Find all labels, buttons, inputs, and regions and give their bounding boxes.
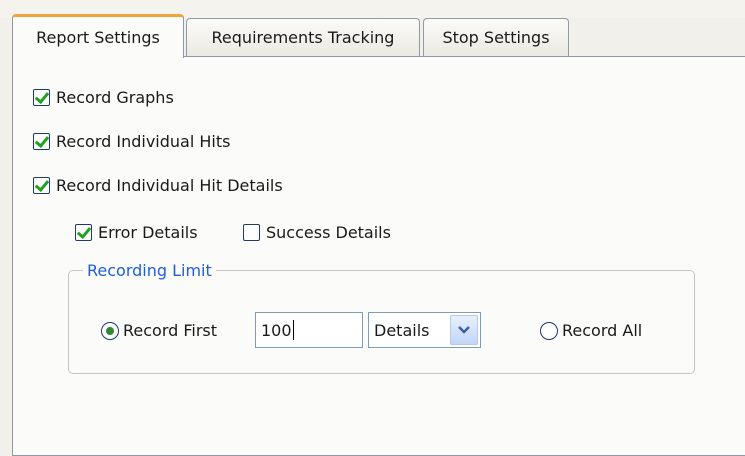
tab-stop-settings[interactable]: Stop Settings: [423, 18, 569, 56]
record-first-label: Record First: [123, 321, 218, 340]
error-details-label: Error Details: [98, 223, 198, 242]
record-all-label: Record All: [562, 321, 643, 340]
error-details-checkbox[interactable]: [75, 224, 92, 241]
dropdown-button[interactable]: [450, 315, 478, 345]
record-first-option[interactable]: Record First: [101, 321, 217, 340]
record-individual-hits-label: Record Individual Hits: [56, 132, 231, 151]
tab-requirements-tracking-label: Requirements Tracking: [211, 28, 395, 47]
record-graphs-option[interactable]: Record Graphs: [33, 88, 174, 107]
error-details-option[interactable]: Error Details: [75, 223, 198, 242]
record-graphs-checkbox[interactable]: [33, 89, 50, 106]
chevron-down-icon: [458, 326, 470, 334]
record-individual-hits-checkbox[interactable]: [33, 133, 50, 150]
record-hit-details-option[interactable]: Record Individual Hit Details: [33, 176, 283, 195]
text-caret: [292, 320, 294, 340]
record-first-radio[interactable]: [101, 321, 119, 340]
record-graphs-label: Record Graphs: [56, 88, 174, 107]
record-all-option[interactable]: Record All: [540, 321, 642, 340]
success-details-checkbox[interactable]: [243, 224, 260, 241]
record-hit-details-checkbox[interactable]: [33, 177, 50, 194]
tab-report-settings-label: Report Settings: [36, 28, 160, 47]
record-unit-selected: Details: [374, 320, 430, 340]
recording-limit-title: Recording Limit: [83, 261, 216, 280]
tab-stop-settings-label: Stop Settings: [442, 28, 550, 47]
report-settings-panel: Record Graphs Record Individual Hits Rec…: [12, 56, 745, 456]
record-hit-details-label: Record Individual Hit Details: [56, 176, 283, 195]
record-first-count-value: 100: [261, 320, 292, 340]
success-details-option[interactable]: Success Details: [243, 223, 391, 242]
record-all-radio[interactable]: [540, 321, 558, 340]
success-details-label: Success Details: [266, 223, 391, 242]
record-individual-hits-option[interactable]: Record Individual Hits: [33, 132, 230, 151]
tab-requirements-tracking[interactable]: Requirements Tracking: [186, 18, 420, 56]
record-unit-select[interactable]: Details: [368, 312, 481, 348]
tab-report-settings[interactable]: Report Settings: [12, 14, 184, 58]
record-first-count-input[interactable]: 100: [255, 312, 363, 348]
